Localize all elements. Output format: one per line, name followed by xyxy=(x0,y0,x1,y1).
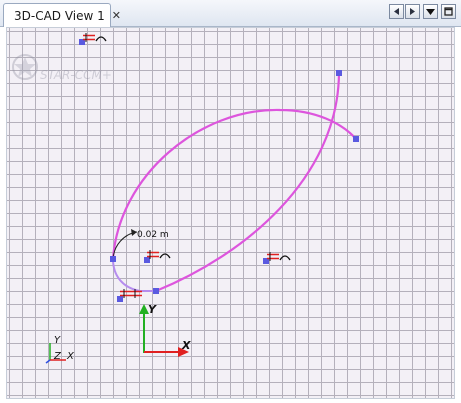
sketch-overlay: STAR-CCM+ 0.02 m Y X Y Z X xyxy=(12,33,359,364)
orientation-triad: Y Z X xyxy=(45,335,75,364)
triad-x-label: X xyxy=(66,351,75,362)
constraint-icon[interactable] xyxy=(147,250,171,259)
dimension-label: 0.02 m xyxy=(137,230,169,240)
fillet-curve[interactable] xyxy=(112,258,156,292)
vertex-handle[interactable] xyxy=(153,288,159,294)
vertex-handle[interactable] xyxy=(336,70,342,76)
triad-y-label: Y xyxy=(54,335,61,346)
y-axis-label: Y xyxy=(148,303,157,316)
watermark-text: STAR-CCM+ xyxy=(40,68,112,82)
triad-z-label: Z xyxy=(53,351,62,362)
x-axis-label: X xyxy=(181,339,191,352)
point-handle[interactable] xyxy=(117,296,123,302)
sketch-axes: Y X xyxy=(139,303,191,357)
constraint-icon[interactable] xyxy=(83,33,107,42)
vertex-handle[interactable] xyxy=(353,136,359,142)
radius-dimension[interactable]: 0.02 m xyxy=(112,229,169,260)
vertex-handle[interactable] xyxy=(110,256,116,262)
star-ccm-logo: STAR-CCM+ xyxy=(12,54,112,82)
point-handle[interactable] xyxy=(144,257,150,263)
constraint-icon[interactable] xyxy=(267,252,291,261)
spline-curve[interactable] xyxy=(155,72,341,293)
